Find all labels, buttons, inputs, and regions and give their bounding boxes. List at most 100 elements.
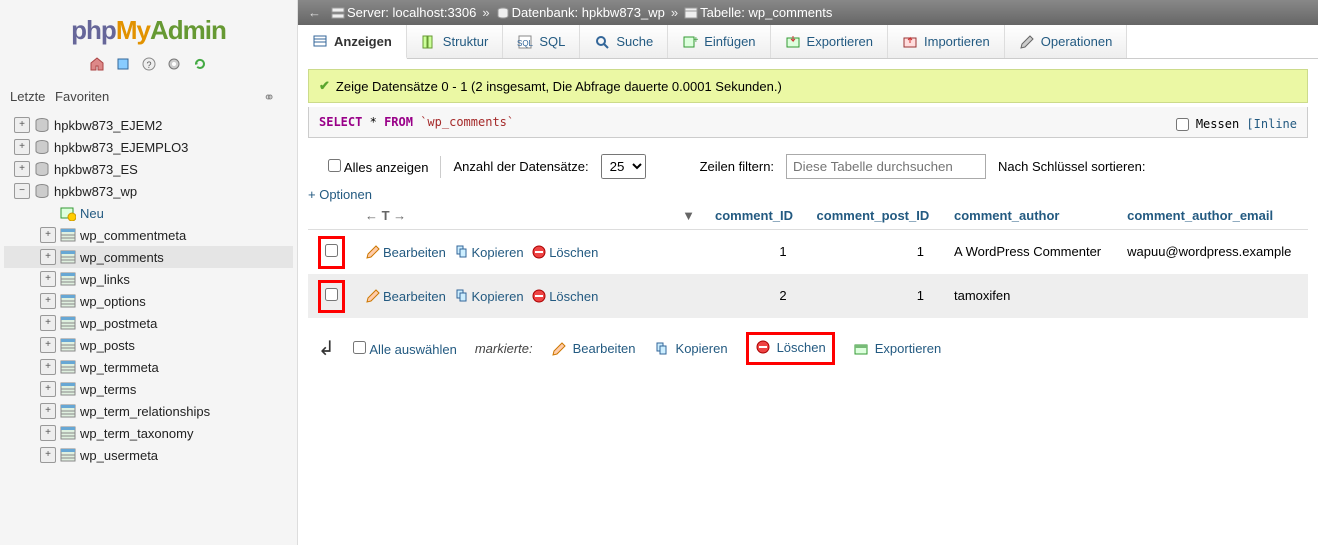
tab-einfügen[interactable]: +Einfügen — [668, 25, 770, 58]
breadcrumb: ← Server: localhost:3306 » Datenbank: hp… — [298, 0, 1318, 25]
expand-icon[interactable]: + — [40, 403, 56, 419]
expand-icon[interactable]: + — [40, 249, 56, 265]
bulk-export[interactable]: Exportieren — [853, 341, 941, 357]
link-icon[interactable]: ⚭ — [263, 89, 275, 106]
table-node[interactable]: +wp_options — [4, 290, 293, 312]
show-all[interactable]: Alles anzeigen — [328, 159, 428, 175]
measure-checkbox[interactable] — [1176, 118, 1189, 131]
settings-icon[interactable] — [166, 56, 182, 72]
expand-icon[interactable]: + — [14, 139, 30, 155]
row-copy[interactable]: Kopieren — [454, 245, 524, 260]
expand-icon[interactable]: + — [40, 315, 56, 331]
col-comment-author-email[interactable]: comment_author_email — [1117, 202, 1308, 230]
row-checkbox[interactable] — [325, 244, 338, 257]
row-checkbox[interactable] — [325, 288, 338, 301]
db-node[interactable]: +hpkbw873_EJEM2 — [4, 114, 293, 136]
server-icon — [331, 6, 345, 20]
table-node[interactable]: +wp_posts — [4, 334, 293, 356]
col-checkbox — [308, 202, 355, 230]
sort-right-icon[interactable]: → — [393, 208, 406, 223]
show-all-checkbox[interactable] — [328, 159, 341, 172]
content: ✔ Zeige Datensätze 0 - 1 (2 insgesamt, D… — [298, 59, 1318, 385]
expand-icon[interactable]: + — [40, 293, 56, 309]
table-node[interactable]: +wp_postmeta — [4, 312, 293, 334]
col-comment-post-id[interactable]: comment_post_ID — [807, 202, 944, 230]
cell-comment-author[interactable]: tamoxifen — [944, 274, 1117, 318]
tab-importieren[interactable]: Importieren — [888, 25, 1005, 58]
cell-comment-post-id[interactable]: 1 — [807, 274, 944, 318]
col-actions: ← T → ▼ — [355, 202, 705, 230]
bulk-delete[interactable]: Löschen — [755, 339, 826, 355]
expand-icon[interactable]: + — [40, 227, 56, 243]
measure-label: Messen — [1196, 117, 1239, 131]
db-link[interactable]: hpkbw873_wp — [582, 5, 665, 20]
expand-icon[interactable]: + — [40, 425, 56, 441]
sort-indicator-icon[interactable]: ▼ — [682, 208, 695, 223]
row-actions: Bearbeiten Kopieren Löschen — [355, 230, 705, 275]
expand-icon[interactable]: − — [14, 183, 30, 199]
tab-anzeigen[interactable]: Anzeigen — [298, 25, 407, 59]
row-count-select[interactable]: 25 — [601, 154, 646, 179]
row-edit[interactable]: Bearbeiten — [365, 245, 446, 260]
table-node[interactable]: +wp_comments — [4, 246, 293, 268]
tab-struktur[interactable]: Struktur — [407, 25, 504, 58]
collapse-handle-icon[interactable]: ← — [308, 5, 321, 20]
recent-link[interactable]: Letzte — [10, 89, 45, 104]
table-node[interactable]: +wp_links — [4, 268, 293, 290]
row-edit[interactable]: Bearbeiten — [365, 289, 446, 304]
favorites-link[interactable]: Favoriten — [55, 89, 109, 104]
cell-comment-author-email[interactable]: wapuu@wordpress.example — [1117, 230, 1308, 275]
table-node[interactable]: +wp_termmeta — [4, 356, 293, 378]
expand-icon[interactable]: + — [14, 117, 30, 133]
sort-label: Nach Schlüssel sortieren: — [998, 159, 1145, 174]
expand-icon[interactable]: + — [40, 337, 56, 353]
db-node[interactable]: −hpkbw873_wp — [4, 180, 293, 202]
col-comment-id[interactable]: comment_ID — [705, 202, 807, 230]
bulk-edit[interactable]: Bearbeiten — [551, 341, 636, 357]
expand-icon[interactable]: + — [40, 271, 56, 287]
tab-suche[interactable]: Suche — [580, 25, 668, 58]
cell-comment-id[interactable]: 1 — [705, 230, 807, 275]
docs-icon[interactable]: ? — [141, 56, 157, 72]
options-link[interactable]: + Optionen — [308, 185, 372, 206]
table-link[interactable]: wp_comments — [749, 5, 833, 20]
cell-comment-author-email[interactable] — [1117, 274, 1308, 318]
table-node[interactable]: +wp_commentmeta — [4, 224, 293, 246]
table-node[interactable]: +wp_term_taxonomy — [4, 422, 293, 444]
expand-icon[interactable]: + — [14, 161, 30, 177]
table-node[interactable]: +wp_terms — [4, 378, 293, 400]
home-icon[interactable] — [89, 56, 105, 72]
table-node[interactable]: +wp_usermeta — [4, 444, 293, 466]
expand-icon[interactable]: + — [40, 381, 56, 397]
sort-left-icon[interactable]: ← — [365, 208, 378, 223]
col-comment-author[interactable]: comment_author — [944, 202, 1117, 230]
db-node[interactable]: +hpkbw873_EJEMPLO3 — [4, 136, 293, 158]
tab-operationen[interactable]: Operationen — [1005, 25, 1128, 58]
reload-icon[interactable] — [192, 56, 208, 72]
row-delete[interactable]: Löschen — [531, 245, 598, 260]
checkmark-icon: ✔ — [319, 78, 330, 94]
row-copy[interactable]: Kopieren — [454, 289, 524, 304]
logo[interactable]: phpMyAdmin — [0, 0, 297, 51]
expand-icon[interactable]: + — [40, 447, 56, 463]
bulk-copy[interactable]: Kopieren — [654, 341, 728, 357]
check-all-label[interactable]: Alle auswählen — [369, 342, 456, 357]
tab-sql[interactable]: SQLSQL — [503, 25, 580, 58]
table-node[interactable]: +wp_term_relationships — [4, 400, 293, 422]
server-link[interactable]: localhost:3306 — [393, 5, 477, 20]
logout-icon[interactable] — [115, 56, 131, 72]
tab-exportieren[interactable]: Exportieren — [771, 25, 888, 58]
cell-comment-author[interactable]: A WordPress Commenter — [944, 230, 1117, 275]
row-delete[interactable]: Löschen — [531, 289, 598, 304]
success-banner: ✔ Zeige Datensätze 0 - 1 (2 insgesamt, D… — [308, 69, 1308, 103]
copy-icon — [654, 341, 670, 357]
filter-input[interactable] — [786, 154, 986, 179]
db-node[interactable]: +hpkbw873_ES — [4, 158, 293, 180]
check-all[interactable]: Alle auswählen — [353, 341, 457, 357]
new-table-link[interactable]: Neu — [4, 202, 293, 224]
check-all-checkbox[interactable] — [353, 341, 366, 354]
inline-link[interactable]: [Inline — [1246, 117, 1297, 131]
expand-icon[interactable]: + — [40, 359, 56, 375]
cell-comment-id[interactable]: 2 — [705, 274, 807, 318]
cell-comment-post-id[interactable]: 1 — [807, 230, 944, 275]
